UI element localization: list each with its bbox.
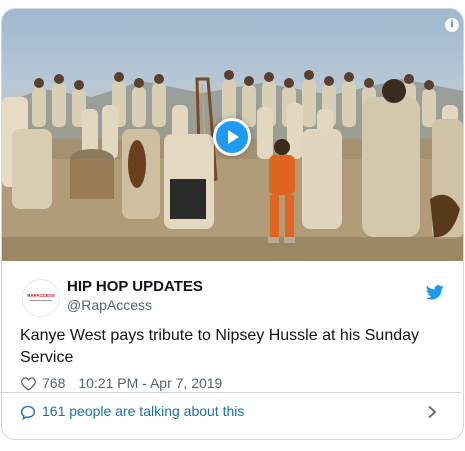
avatar-logo-rule (30, 300, 52, 301)
avatar-logo-text: RAPACCESS (27, 293, 55, 298)
like-count[interactable]: 768 (42, 375, 65, 391)
video-media[interactable]: i (2, 9, 463, 261)
chevron-right-icon (428, 405, 437, 419)
tweet-timestamp[interactable]: 10:21 PM - Apr 7, 2019 (78, 375, 222, 391)
twitter-bird-icon[interactable] (426, 285, 444, 300)
info-icon[interactable]: i (445, 18, 459, 32)
tweet-header: RAPACCESS HIP HOP UPDATES @RapAccess (2, 261, 463, 321)
avatar[interactable]: RAPACCESS (22, 279, 60, 317)
conversation-link[interactable]: 161 people are talking about this (0, 393, 461, 430)
user-handle[interactable]: @RapAccess (67, 297, 152, 313)
talking-about-text[interactable]: 161 people are talking about this (42, 403, 244, 419)
display-name[interactable]: HIP HOP UPDATES (67, 278, 203, 295)
heart-icon[interactable] (20, 376, 37, 391)
play-icon (228, 130, 239, 144)
speech-bubble-icon (20, 405, 36, 420)
play-button[interactable] (213, 118, 251, 156)
tweet-meta: 768 10:21 PM - Apr 7, 2019 (20, 374, 222, 392)
tweet-text: Kanye West pays tribute to Nipsey Hussle… (20, 327, 420, 366)
